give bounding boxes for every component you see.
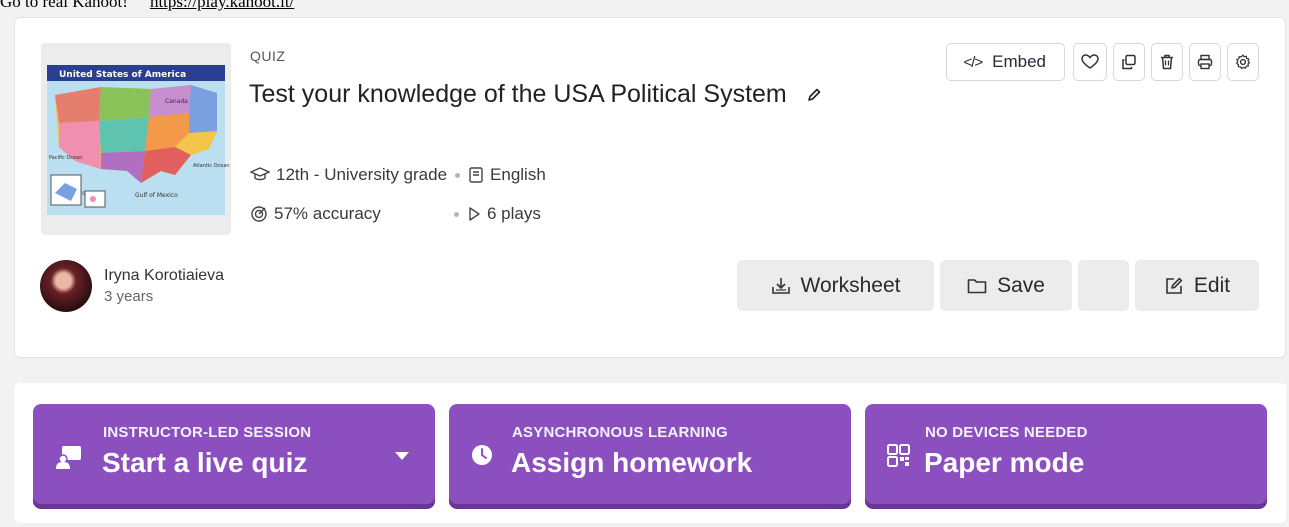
folder-icon: [967, 278, 987, 293]
edit-button[interactable]: Edit: [1135, 260, 1259, 311]
meta-separator: [455, 172, 461, 178]
top-banner-text: Go to real Kahoot!: [0, 0, 128, 11]
trash-icon: [1161, 54, 1173, 70]
quiz-type-label: QUIZ: [250, 48, 286, 64]
quiz-accuracy: 57% accuracy: [274, 204, 381, 223]
settings-button[interactable]: [1227, 43, 1259, 81]
quiz-language: English: [490, 165, 546, 184]
edit-title-pencil-icon[interactable]: [806, 77, 822, 114]
mode-title: Assign homework: [511, 447, 753, 478]
quiz-meta-row-1: 12th - University grade English: [250, 165, 546, 185]
map-label-pacific: Pacific Ocean: [49, 155, 82, 161]
quiz-title-text: Test your knowledge of the USA Political…: [249, 80, 787, 108]
map-label-canada: Canada: [165, 98, 188, 105]
book-icon: [469, 167, 483, 183]
target-icon: [251, 206, 267, 222]
map-title: United States of America: [59, 70, 186, 80]
quiz-plays: 6 plays: [487, 204, 541, 223]
mode-subtitle: NO DEVICES NEEDED: [925, 424, 1088, 441]
usa-map-image: United States of America Canada Mexico G…: [47, 65, 230, 215]
clock-icon: [471, 444, 497, 475]
quiz-title: Test your knowledge of the USA Political…: [249, 76, 849, 114]
quiz-actions: Worksheet Save Edit: [737, 260, 1259, 311]
play-modes-panel: INSTRUCTOR-LED SESSION Start a live quiz…: [14, 383, 1286, 523]
worksheet-button-label: Worksheet: [800, 273, 901, 297]
author-info: Iryna Korotiaieva 3 years: [40, 260, 224, 312]
play-icon: [469, 207, 480, 221]
map-label-atlantic: Atlantic Ocean: [193, 163, 230, 169]
edit-button-label: Edit: [1193, 273, 1231, 297]
print-button[interactable]: [1189, 43, 1221, 81]
author-avatar[interactable]: [40, 260, 92, 312]
chevron-down-icon[interactable]: [395, 452, 409, 460]
embed-button[interactable]: </> Embed: [946, 43, 1065, 81]
mode-subtitle: ASYNCHRONOUS LEARNING: [512, 424, 728, 441]
assign-homework-button[interactable]: ASYNCHRONOUS LEARNING Assign homework: [449, 404, 851, 504]
top-banner-link[interactable]: https://play.kahoot.it/: [150, 0, 294, 11]
save-button-label: Save: [997, 273, 1045, 297]
worksheet-button[interactable]: Worksheet: [737, 260, 934, 311]
quiz-grade: 12th - University grade: [276, 165, 448, 184]
code-icon: </>: [963, 53, 983, 71]
gear-icon: [1236, 54, 1251, 70]
embed-button-label: Embed: [992, 52, 1046, 71]
author-time: 3 years: [104, 288, 154, 305]
download-icon: [771, 277, 790, 294]
edit-icon: [1166, 277, 1183, 294]
graduation-cap-icon: [250, 167, 270, 181]
quiz-thumbnail: United States of America Canada Mexico G…: [41, 43, 231, 235]
paper-mode-button[interactable]: NO DEVICES NEEDED Paper mode: [865, 404, 1267, 504]
author-name[interactable]: Iryna Korotiaieva: [104, 267, 224, 285]
copy-icon: [1122, 54, 1136, 70]
mode-title: Start a live quiz: [102, 447, 308, 478]
map-label-gulf: Gulf of Mexico: [135, 192, 178, 199]
meta-separator: [454, 211, 459, 217]
mode-subtitle: INSTRUCTOR-LED SESSION: [103, 424, 312, 441]
delete-button[interactable]: [1151, 43, 1183, 81]
top-banner: Go to real Kahoot! https://play.kahoot.it…: [0, 0, 294, 11]
start-live-quiz-button[interactable]: INSTRUCTOR-LED SESSION Start a live quiz: [33, 404, 435, 504]
mode-title: Paper mode: [924, 447, 1085, 478]
quiz-card: United States of America Canada Mexico G…: [14, 17, 1286, 358]
save-button[interactable]: Save: [940, 260, 1072, 311]
heart-icon: [1081, 54, 1099, 69]
like-button[interactable]: [1073, 43, 1107, 81]
quiz-meta-row-2: 57% accuracy 6 plays: [250, 204, 541, 224]
printer-icon: [1197, 54, 1213, 70]
more-button[interactable]: [1078, 260, 1129, 311]
qr-code-icon: [887, 444, 911, 473]
quiz-toolbar: </> Embed: [946, 43, 1259, 81]
presentation-icon: [55, 444, 83, 475]
duplicate-button[interactable]: [1113, 43, 1145, 81]
